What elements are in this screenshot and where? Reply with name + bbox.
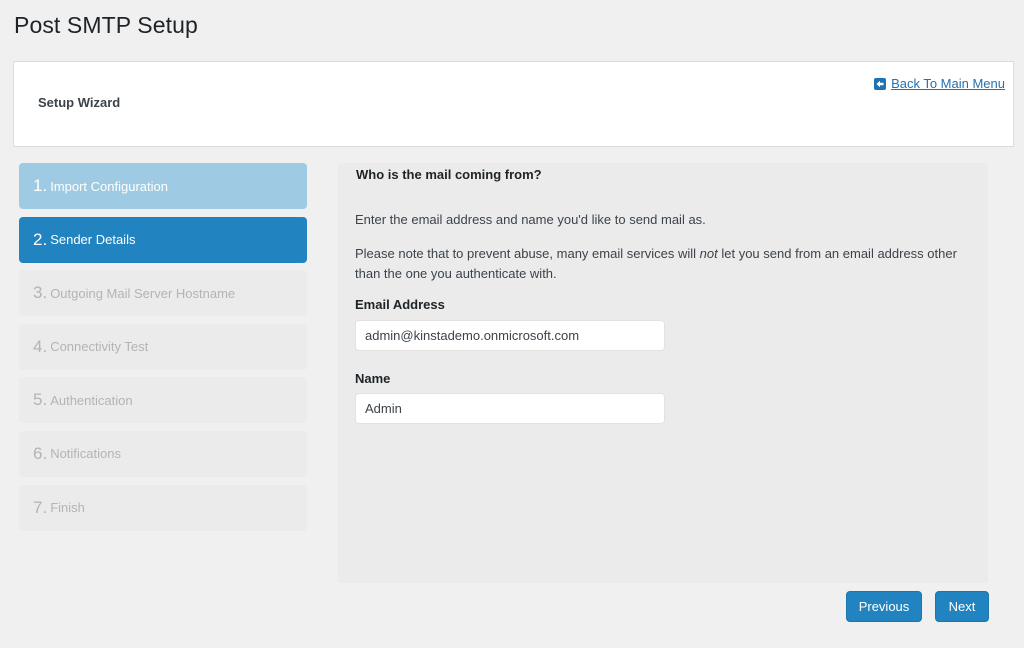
next-button[interactable]: Next [935,591,989,622]
step-number: 4. [33,336,48,356]
step-label: Sender Details [50,232,136,248]
step-number: 5. [33,390,48,410]
step-label: Finish [50,500,85,516]
page-title: Post SMTP Setup [14,12,198,38]
email-address-input[interactable] [355,320,665,351]
step-authentication[interactable]: 5. Authentication [19,377,307,424]
step-label: Notifications [50,446,121,462]
step-import-configuration[interactable]: 1. Import Configuration [19,163,307,209]
step-number: 6. [33,443,48,463]
step-outgoing-mail-server-hostname[interactable]: 3. Outgoing Mail Server Hostname [19,270,307,317]
section-heading: Who is the mail coming from? [356,167,542,182]
abuse-note-emphasis: not [699,246,718,261]
sender-details-panel: Who is the mail coming from? Enter the e… [338,163,988,583]
arrow-left-square-icon [874,77,887,90]
step-notifications[interactable]: 6. Notifications [19,430,307,477]
step-number: 2. [33,229,48,249]
step-label: Outgoing Mail Server Hostname [50,285,236,301]
step-connectivity-test[interactable]: 4. Connectivity Test [19,323,307,370]
setup-wizard-header: Setup Wizard Back To Main Menu [13,61,1014,147]
intro-text: Enter the email address and name you'd l… [355,212,706,227]
step-number: 3. [33,283,48,303]
name-input[interactable] [355,393,665,424]
setup-wizard-label: Setup Wizard [38,95,121,110]
back-to-main-menu-link[interactable]: Back To Main Menu [874,76,1005,91]
abuse-note-start: Please note that to prevent abuse, many … [355,246,700,261]
back-to-main-menu-label: Back To Main Menu [891,76,1005,91]
step-sender-details[interactable]: 2. Sender Details [19,216,307,263]
email-address-label: Email Address [355,297,445,312]
wizard-steps: 1. Import Configuration 2. Sender Detail… [19,163,307,538]
step-number: 1. [33,176,48,195]
step-label: Import Configuration [50,178,168,194]
abuse-note: Please note that to prevent abuse, many … [355,244,964,284]
step-label: Connectivity Test [50,339,149,355]
step-number: 7. [33,497,48,517]
previous-button[interactable]: Previous [846,591,922,622]
step-label: Authentication [50,392,133,408]
name-label: Name [355,371,391,386]
step-finish[interactable]: 7. Finish [19,484,307,531]
